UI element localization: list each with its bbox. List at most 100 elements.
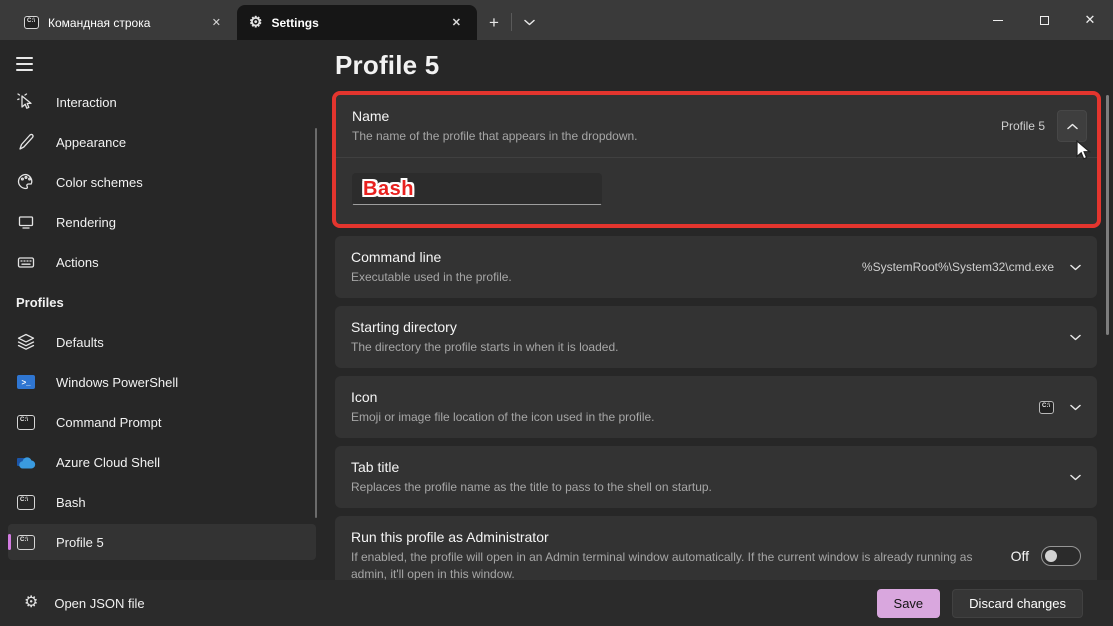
sidebar-item-profile-5[interactable]: C:\ Profile 5 <box>8 524 316 560</box>
setting-title: Tab title <box>351 458 1054 477</box>
cmd-window-icon: C:\ <box>16 532 36 552</box>
setting-subtitle: Replaces the profile name as the title t… <box>351 479 1054 496</box>
tab-settings[interactable]: ⚙ Settings ✕ <box>237 5 477 40</box>
admin-toggle-switch[interactable] <box>1041 546 1081 566</box>
sidebar-item-actions[interactable]: Actions <box>8 244 316 280</box>
command-line-expander[interactable]: Command line Executable used in the prof… <box>335 236 1097 298</box>
sidebar-item-label: Command Prompt <box>56 415 161 430</box>
titlebar: C:\ Командная строка ✕ ⚙ Settings ✕ + ✕ <box>0 0 1113 40</box>
sidebar-item-label: Profile 5 <box>56 535 104 550</box>
hamburger-menu-button[interactable] <box>16 54 40 74</box>
chevron-down-icon <box>1070 334 1081 341</box>
page-title: Profile 5 <box>335 50 1097 81</box>
sidebar-item-rendering[interactable]: Rendering <box>8 204 316 240</box>
sidebar-section-profiles: Profiles <box>8 284 316 320</box>
setting-title: Icon <box>351 388 1023 407</box>
setting-title: Run this profile as Administrator <box>351 528 995 547</box>
profile-name-input[interactable]: Bash <box>352 173 602 205</box>
run-as-admin-setting: Run this profile as Administrator If ena… <box>335 516 1097 580</box>
cmd-window-icon: C:\ <box>16 412 36 432</box>
settings-sidebar: Interaction Appearance Color schemes Ren… <box>0 40 330 580</box>
cmd-window-icon: C:\ <box>16 492 36 512</box>
powershell-icon-text: >_ <box>17 375 35 389</box>
sidebar-item-label: Defaults <box>56 335 104 350</box>
cmd-window-icon: C:\ <box>1039 401 1054 414</box>
annotation-highlight-box: Name The name of the profile that appear… <box>332 91 1101 228</box>
toggle-knob <box>1045 550 1057 562</box>
sidebar-item-label: Actions <box>56 255 99 270</box>
new-tab-button[interactable]: + <box>477 5 511 40</box>
settings-main-panel: Profile 5 Name The name of the profile t… <box>330 40 1113 580</box>
gear-icon: ⚙ <box>249 15 262 30</box>
setting-subtitle: The name of the profile that appears in … <box>352 128 1001 145</box>
setting-title: Command line <box>351 248 846 267</box>
sidebar-item-label: Rendering <box>56 215 116 230</box>
annotated-input-text: Bash <box>363 178 414 201</box>
close-button[interactable]: ✕ <box>1067 0 1113 40</box>
tab-label: Командная строка <box>48 16 197 30</box>
name-expander-header[interactable]: Name The name of the profile that appear… <box>336 95 1097 157</box>
open-json-label: Open JSON file <box>54 596 144 611</box>
maximize-button[interactable] <box>1021 0 1067 40</box>
minimize-icon <box>993 20 1003 21</box>
footer-bar: ⚙ Open JSON file Save Discard changes <box>0 580 1113 626</box>
cmd-icon-text: C:\ <box>27 18 35 24</box>
window-controls: ✕ <box>975 0 1113 40</box>
chevron-down-icon <box>524 19 535 26</box>
setting-value: Profile 5 <box>1001 119 1045 133</box>
sidebar-item-interaction[interactable]: Interaction <box>8 84 316 120</box>
discard-changes-button[interactable]: Discard changes <box>952 589 1083 618</box>
sidebar-item-color-schemes[interactable]: Color schemes <box>8 164 316 200</box>
sidebar-item-bash[interactable]: C:\ Bash <box>8 484 316 520</box>
tab-strip: C:\ Командная строка ✕ ⚙ Settings ✕ + <box>0 0 547 40</box>
close-tab-icon[interactable]: ✕ <box>446 14 467 31</box>
content-scrollbar[interactable] <box>1106 95 1109 335</box>
setting-subtitle: If enabled, the profile will open in an … <box>351 549 981 580</box>
cmd-icon-text: C:\ <box>20 497 28 503</box>
name-expander-content: Bash <box>336 158 1097 224</box>
sidebar-item-windows-powershell[interactable]: >_ Windows PowerShell <box>8 364 316 400</box>
cmd-icon-text: C:\ <box>20 537 28 543</box>
interaction-icon <box>16 92 36 112</box>
cloud-icon <box>16 452 36 472</box>
sidebar-item-label: Appearance <box>56 135 126 150</box>
starting-directory-expander[interactable]: Starting directory The directory the pro… <box>335 306 1097 368</box>
rendering-icon <box>16 212 36 232</box>
open-json-file-button[interactable]: ⚙ Open JSON file <box>24 595 145 611</box>
close-icon: ✕ <box>1085 12 1096 28</box>
setting-subtitle: The directory the profile starts in when… <box>351 339 1054 356</box>
save-button[interactable]: Save <box>877 589 941 618</box>
tab-command-prompt[interactable]: C:\ Командная строка ✕ <box>12 5 237 40</box>
close-tab-icon[interactable]: ✕ <box>206 14 227 31</box>
chevron-up-icon <box>1067 123 1078 130</box>
setting-title: Name <box>352 107 1001 126</box>
sidebar-item-command-prompt[interactable]: C:\ Command Prompt <box>8 404 316 440</box>
palette-icon <box>16 172 36 192</box>
cmd-icon-text: C:\ <box>20 417 28 423</box>
powershell-icon: >_ <box>16 372 36 392</box>
sidebar-item-azure-cloud-shell[interactable]: Azure Cloud Shell <box>8 444 316 480</box>
sidebar-item-label: Azure Cloud Shell <box>56 455 160 470</box>
tab-label: Settings <box>271 16 436 30</box>
setting-title: Starting directory <box>351 318 1054 337</box>
actions-icon <box>16 252 36 272</box>
sidebar-item-defaults[interactable]: Defaults <box>8 324 316 360</box>
sidebar-item-appearance[interactable]: Appearance <box>8 124 316 160</box>
setting-value: %SystemRoot%\System32\cmd.exe <box>862 260 1054 274</box>
chevron-down-icon <box>1070 474 1081 481</box>
tab-title-expander[interactable]: Tab title Replaces the profile name as t… <box>335 446 1097 508</box>
icon-expander[interactable]: Icon Emoji or image file location of the… <box>335 376 1097 438</box>
cmd-window-icon: C:\ <box>24 16 39 29</box>
name-expander-card: Name The name of the profile that appear… <box>336 95 1097 224</box>
maximize-icon <box>1040 16 1049 25</box>
setting-subtitle: Executable used in the profile. <box>351 269 846 286</box>
sidebar-scrollbar[interactable] <box>315 128 317 518</box>
tab-dropdown-button[interactable] <box>512 5 547 40</box>
sidebar-item-label: Bash <box>56 495 86 510</box>
minimize-button[interactable] <box>975 0 1021 40</box>
chevron-down-icon <box>1070 264 1081 271</box>
cmd-icon-text: C:\ <box>1042 403 1050 409</box>
setting-subtitle: Emoji or image file location of the icon… <box>351 409 1023 426</box>
collapse-expander-button[interactable] <box>1057 110 1087 142</box>
sidebar-item-label: Interaction <box>56 95 117 110</box>
